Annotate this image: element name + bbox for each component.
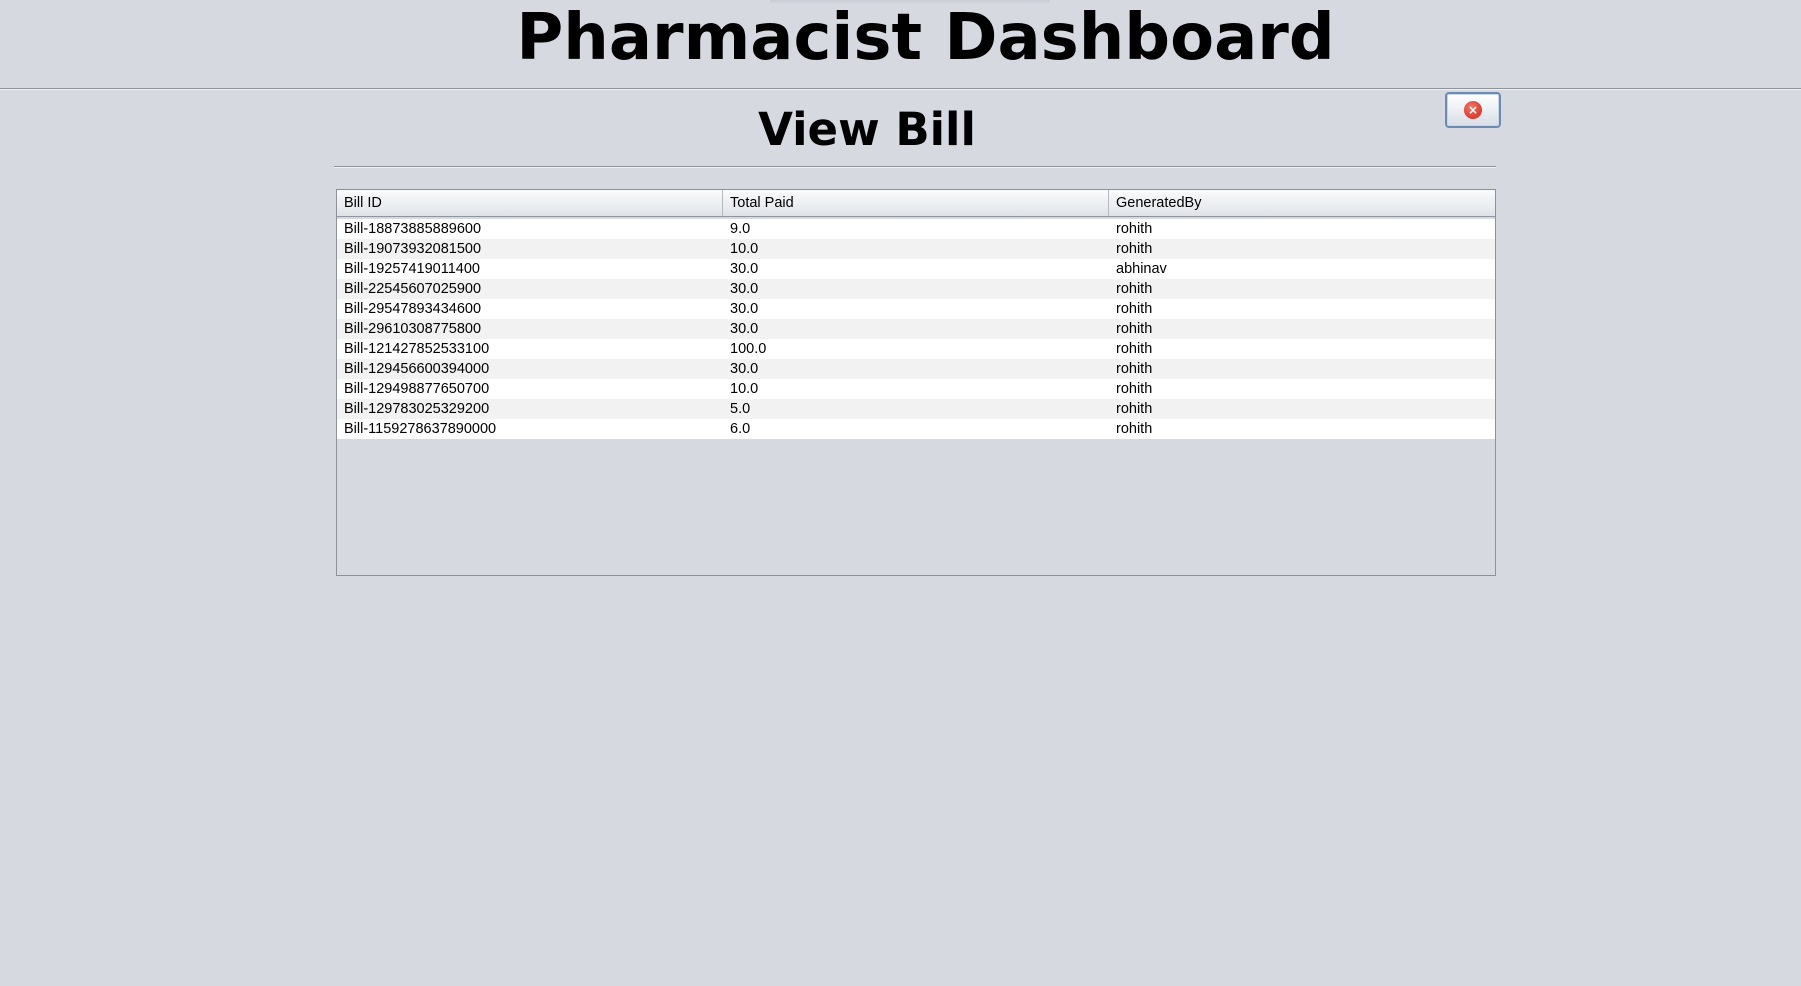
cell-generated-by: rohith [1116,221,1153,237]
cell-generated-by: rohith [1116,281,1153,297]
cell-total-paid: 30.0 [730,301,759,317]
cell-generated-by: rohith [1116,361,1153,377]
cell-generated-by: rohith [1116,401,1153,417]
cell-generated-by: rohith [1116,301,1153,317]
cell-total-paid: 30.0 [730,261,759,277]
cell-total-paid: 10.0 [730,381,759,397]
cell-bill-id: Bill-18873885889600 [344,221,482,237]
title-divider [334,166,1496,168]
cell-generated-by: rohith [1116,381,1153,397]
cell-bill-id: Bill-19257419011400 [344,261,480,277]
cell-total-paid: 10.0 [730,241,759,257]
table-row[interactable]: Bill-18873885889600 9.0 rohith [337,219,1495,239]
cell-total-paid: 9.0 [730,221,751,237]
cell-bill-id: Bill-29610308775800 [344,321,482,337]
bills-table[interactable]: Bill ID Total Paid GeneratedBy Bill-1887… [336,189,1496,576]
table-header: Bill ID Total Paid GeneratedBy [337,190,1495,217]
cell-generated-by: rohith [1116,321,1153,337]
cell-total-paid: 100.0 [730,341,767,357]
cell-bill-id: Bill-22545607025900 [344,281,482,297]
cell-total-paid: 30.0 [730,281,759,297]
column-header-total-paid[interactable]: Total Paid [723,190,1109,216]
app-title: Pharmacist Dashboard [516,1,1335,75]
cell-generated-by: abhinav [1116,261,1167,277]
cell-total-paid: 30.0 [730,361,759,377]
cell-bill-id: Bill-129456600394000 [344,361,490,377]
table-row[interactable]: Bill-19073932081500 10.0 rohith [337,239,1495,259]
cell-generated-by: rohith [1116,241,1153,257]
table-row[interactable]: Bill-1159278637890000 6.0 rohith [337,419,1495,439]
cell-generated-by: rohith [1116,341,1153,357]
cell-total-paid: 6.0 [730,421,751,437]
table-row[interactable]: Bill-22545607025900 30.0 rohith [337,279,1495,299]
table-row[interactable]: Bill-129498877650700 10.0 rohith [337,379,1495,399]
table-body: Bill-18873885889600 9.0 rohith Bill-1907… [337,217,1495,439]
cell-generated-by: rohith [1116,421,1153,437]
table-row[interactable]: Bill-19257419011400 30.0 abhinav [337,259,1495,279]
cell-total-paid: 5.0 [730,401,751,417]
column-header-generated-by[interactable]: GeneratedBy [1109,190,1495,216]
cell-bill-id: Bill-129783025329200 [344,401,490,417]
cell-bill-id: Bill-129498877650700 [344,381,490,397]
column-header-bill-id[interactable]: Bill ID [337,190,723,216]
cell-bill-id: Bill-19073932081500 [344,241,482,257]
cell-bill-id: Bill-1159278637890000 [344,421,497,437]
header-divider [0,88,1801,90]
table-row[interactable]: Bill-29547893434600 30.0 rohith [337,299,1495,319]
close-icon: × [1464,101,1482,119]
table-row[interactable]: Bill-129783025329200 5.0 rohith [337,399,1495,419]
cell-bill-id: Bill-29547893434600 [344,301,482,317]
table-row[interactable]: Bill-129456600394000 30.0 rohith [337,359,1495,379]
table-row[interactable]: Bill-121427852533100 100.0 rohith [337,339,1495,359]
table-row[interactable]: Bill-29610308775800 30.0 rohith [337,319,1495,339]
cell-bill-id: Bill-121427852533100 [344,341,490,357]
close-button[interactable]: × [1445,92,1501,128]
cell-total-paid: 30.0 [730,321,759,337]
page-title: View Bill [758,103,976,156]
